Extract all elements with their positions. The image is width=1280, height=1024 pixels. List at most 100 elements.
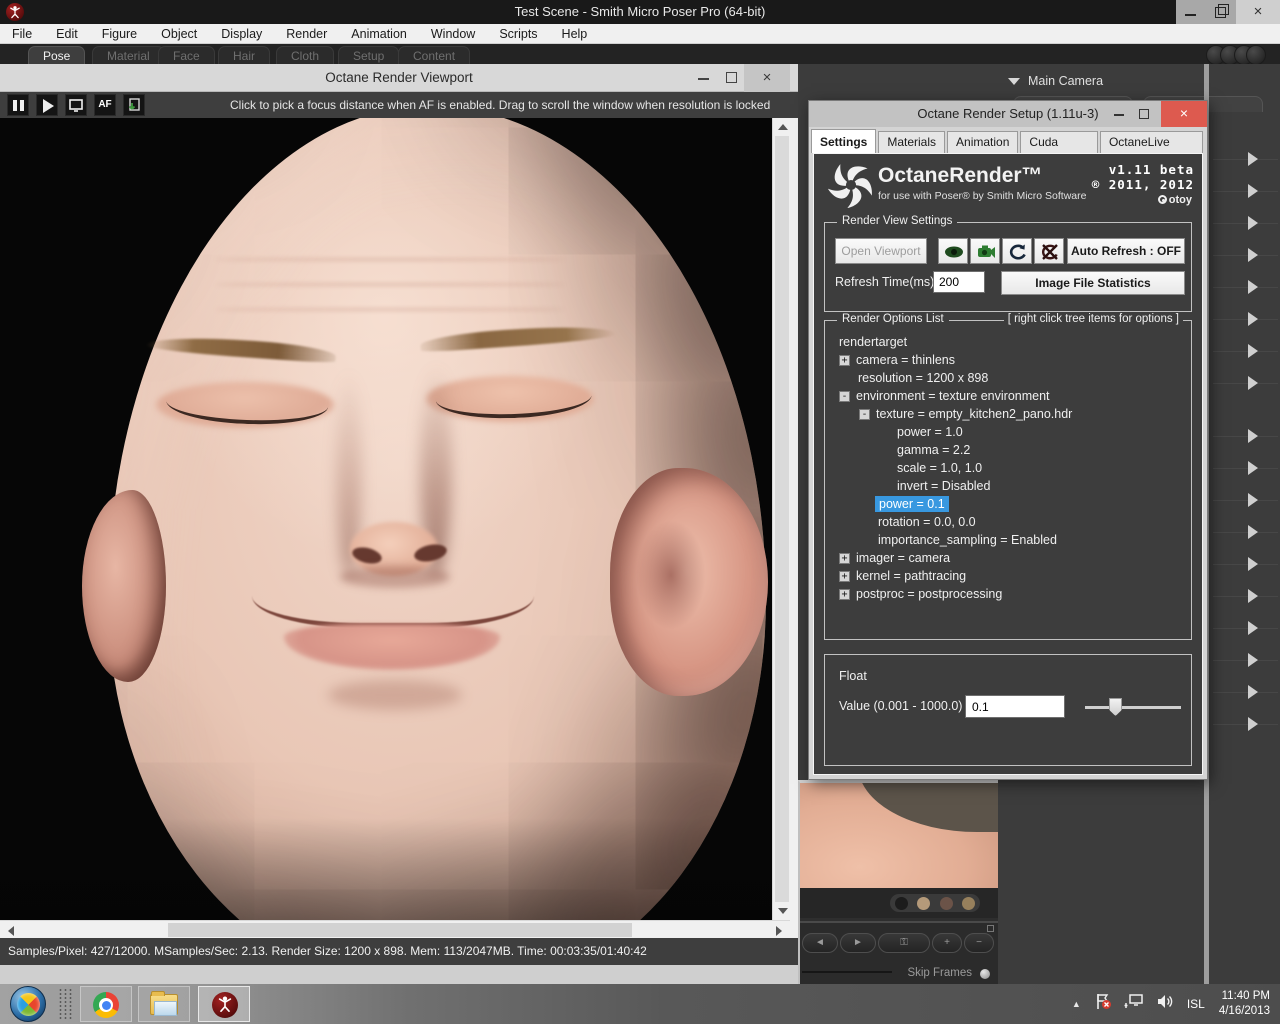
tree-item-environment[interactable]: - environment = texture environment (839, 389, 1050, 407)
fit-window-button[interactable] (65, 94, 87, 116)
scroll-lock-button[interactable] (123, 94, 145, 116)
resume-render-button[interactable] (36, 94, 58, 116)
action-center-flag-icon[interactable] (1095, 993, 1112, 1015)
taskbar-file-explorer[interactable] (138, 986, 190, 1022)
dial-expand-arrow[interactable] (1248, 429, 1258, 443)
tree-item-scale[interactable]: scale = 1.0, 1.0 (897, 461, 982, 479)
dialog-close-button[interactable]: × (1161, 101, 1207, 127)
image-file-statistics-button[interactable]: Image File Statistics (1001, 271, 1185, 295)
tree-item-imager[interactable]: + imager = camera (839, 551, 950, 569)
viewport-vertical-scrollbar[interactable] (772, 118, 790, 920)
menu-figure[interactable]: Figure (90, 24, 149, 44)
float-value-input[interactable] (965, 695, 1065, 718)
dialog-restore-button[interactable] (1139, 109, 1149, 119)
tab-materials[interactable]: Materials (878, 131, 946, 153)
minimize-button[interactable] (1176, 0, 1206, 24)
start-button[interactable] (10, 986, 46, 1022)
tab-face[interactable]: Face (158, 46, 215, 64)
viewport-horizontal-scrollbar[interactable] (0, 920, 790, 938)
tree-item-texture-power[interactable]: power = 1.0 (897, 425, 963, 443)
refresh-time-input[interactable] (933, 271, 985, 293)
tab-material[interactable]: Material (92, 46, 165, 64)
show-render-button[interactable] (938, 238, 968, 264)
restore-button[interactable] (1206, 0, 1236, 24)
dialog-titlebar[interactable]: Octane Render Setup (1.11u-3) × (809, 101, 1207, 127)
language-indicator[interactable]: ISL (1187, 997, 1205, 1011)
auto-refresh-button[interactable]: Auto Refresh : OFF (1067, 238, 1185, 264)
remove-keyframe-button[interactable]: − (964, 933, 994, 953)
dial-expand-arrow[interactable] (1248, 461, 1258, 475)
next-frame-button[interactable]: ► (840, 933, 876, 953)
tree-item-gamma[interactable]: gamma = 2.2 (897, 443, 970, 461)
dial-expand-arrow[interactable] (1248, 685, 1258, 699)
close-button[interactable]: × (1236, 0, 1280, 24)
open-viewport-button[interactable]: Open Viewport (835, 238, 927, 264)
taskbar-chrome[interactable] (80, 986, 132, 1022)
camera-refresh-button[interactable] (970, 238, 1000, 264)
add-keyframe-button[interactable]: + (932, 933, 962, 953)
tab-cloth[interactable]: Cloth (276, 46, 335, 64)
dial-expand-arrow[interactable] (1248, 152, 1258, 166)
taskbar-poser-active[interactable] (198, 986, 250, 1022)
autofocus-button[interactable]: AF (94, 94, 116, 116)
menu-display[interactable]: Display (209, 24, 274, 44)
scroll-down-arrow[interactable] (778, 908, 788, 914)
network-icon[interactable] (1124, 993, 1144, 1015)
dial-expand-arrow[interactable] (1248, 376, 1258, 390)
prev-frame-button[interactable]: ◄ (802, 933, 838, 953)
dial-expand-arrow[interactable] (1248, 493, 1258, 507)
tree-expander[interactable]: + (839, 355, 850, 366)
scroll-left-arrow[interactable] (8, 926, 14, 936)
tree-item-rendertarget[interactable]: rendertarget (839, 335, 907, 353)
volume-icon[interactable] (1156, 993, 1175, 1015)
menu-help[interactable]: Help (550, 24, 600, 44)
tree-item-resolution[interactable]: resolution = 1200 x 898 (858, 371, 988, 389)
tab-octanelive-account[interactable]: OctaneLive Account (1099, 131, 1203, 170)
panel-corner-icon[interactable] (987, 925, 994, 932)
dial-expand-arrow[interactable] (1248, 621, 1258, 635)
tree-expander[interactable]: + (839, 553, 850, 564)
camera-selector[interactable]: Main Camera (1008, 74, 1103, 88)
dial-expand-arrow[interactable] (1248, 557, 1258, 571)
tree-item-power-selected[interactable]: power = 0.1 (875, 496, 949, 515)
tray-expand-icon[interactable]: ▲ (1072, 999, 1081, 1009)
dial-expand-arrow[interactable] (1248, 344, 1258, 358)
tree-item-importance-sampling[interactable]: importance_sampling = Enabled (878, 533, 1057, 551)
dial-expand-arrow[interactable] (1248, 184, 1258, 198)
keyframe-button[interactable]: ⚿ (878, 933, 930, 953)
pause-render-button[interactable] (7, 94, 29, 116)
menu-edit[interactable]: Edit (44, 24, 90, 44)
tree-expander[interactable]: - (859, 409, 870, 420)
tree-expander[interactable]: + (839, 571, 850, 582)
vertical-scroll-thumb[interactable] (775, 136, 789, 902)
tree-expander[interactable]: + (839, 589, 850, 600)
dial-expand-arrow[interactable] (1248, 525, 1258, 539)
render-image[interactable] (0, 118, 772, 920)
menu-animation[interactable]: Animation (339, 24, 419, 44)
dial-expand-arrow[interactable] (1248, 280, 1258, 294)
display-style-dots[interactable] (890, 894, 980, 912)
tree-item-postproc[interactable]: + postproc = postprocessing (839, 587, 1002, 605)
tree-item-camera[interactable]: + camera = thinlens (839, 353, 955, 371)
menu-scripts[interactable]: Scripts (487, 24, 549, 44)
viewport-restore-button[interactable] (726, 72, 737, 83)
tab-hair[interactable]: Hair (218, 46, 271, 64)
viewport-minimize-button[interactable] (698, 78, 709, 80)
dial-expand-arrow[interactable] (1248, 589, 1258, 603)
dial-expand-arrow[interactable] (1248, 717, 1258, 731)
dial-expand-arrow[interactable] (1248, 216, 1258, 230)
menu-window[interactable]: Window (419, 24, 487, 44)
tab-cuda-devices[interactable]: Cuda Devices (1020, 131, 1098, 170)
tab-animation[interactable]: Animation (947, 131, 1019, 153)
tab-pose[interactable]: Pose (28, 46, 86, 64)
dial-expand-arrow[interactable] (1248, 248, 1258, 262)
tree-item-kernel[interactable]: + kernel = pathtracing (839, 569, 966, 587)
scroll-up-arrow[interactable] (778, 124, 788, 130)
dialog-minimize-button[interactable] (1114, 114, 1124, 116)
dial-expand-arrow[interactable] (1248, 312, 1258, 326)
viewport-titlebar[interactable]: Octane Render Viewport × (0, 64, 798, 92)
scroll-right-arrow[interactable] (776, 926, 782, 936)
menu-file[interactable]: File (0, 24, 44, 44)
tree-expander[interactable]: - (839, 391, 850, 402)
menu-render[interactable]: Render (274, 24, 339, 44)
